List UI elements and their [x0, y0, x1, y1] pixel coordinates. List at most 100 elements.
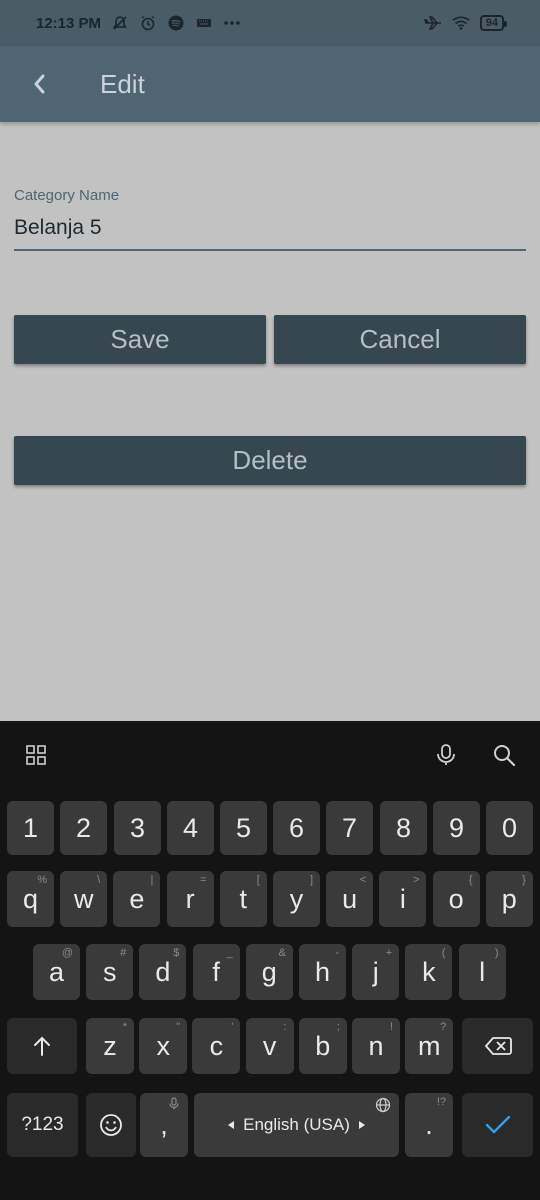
spotify-icon	[167, 14, 185, 32]
key-j[interactable]: j +	[352, 944, 400, 1000]
globe-icon	[375, 1097, 391, 1113]
shift-key[interactable]	[7, 1018, 77, 1074]
key-hint: )	[494, 947, 499, 959]
key-i[interactable]: i >	[379, 871, 427, 927]
key-s[interactable]: s #	[86, 944, 134, 1000]
save-button[interactable]: Save	[14, 315, 266, 364]
period-hint: !?	[436, 1096, 446, 1108]
key-3[interactable]: 3	[114, 801, 161, 855]
key-label: q	[22, 883, 39, 914]
key-hint: <	[359, 874, 367, 886]
key-6[interactable]: 6	[273, 801, 320, 855]
key-label: u	[342, 883, 358, 914]
key-hint: +	[385, 947, 393, 959]
key-hint: ;	[336, 1021, 340, 1033]
key-q[interactable]: q%	[7, 871, 54, 927]
key-n[interactable]: n!	[352, 1018, 400, 1074]
key-label: t	[239, 883, 248, 914]
space-key[interactable]: English (USA)	[194, 1093, 399, 1157]
key-hint: {	[468, 874, 473, 886]
key-7[interactable]: 7	[326, 801, 373, 855]
key-r[interactable]: r =	[166, 871, 214, 927]
key-hint: |	[150, 874, 154, 886]
key-label: e	[129, 883, 145, 914]
key-hint: #	[120, 947, 127, 959]
apps-grid-icon[interactable]	[18, 737, 54, 773]
right-arrow-icon	[358, 1121, 365, 1129]
battery-indicator: 94	[479, 15, 508, 31]
search-icon[interactable]	[486, 737, 522, 773]
cancel-button[interactable]: Cancel	[274, 315, 526, 364]
key-hint: :	[283, 1021, 287, 1033]
key-5[interactable]: 5	[220, 801, 267, 855]
key-9[interactable]: 9	[433, 801, 480, 855]
key-1[interactable]: 1	[7, 801, 54, 855]
key-t[interactable]: t[	[219, 871, 267, 927]
language-label: English (USA)	[243, 1115, 350, 1134]
key-label: d	[155, 956, 171, 987]
key-label: l	[479, 956, 486, 987]
left-arrow-icon	[228, 1121, 235, 1129]
key-hint: &	[278, 947, 286, 959]
key-label: m	[417, 1030, 441, 1061]
category-name-input[interactable]	[14, 205, 526, 251]
delete-button[interactable]: Delete	[14, 436, 526, 485]
key-label: b	[315, 1030, 331, 1061]
key-label: s	[102, 956, 117, 987]
key-a[interactable]: a @	[33, 944, 80, 1000]
key-hint: _	[226, 947, 233, 959]
key-f[interactable]: f _	[192, 944, 240, 1000]
period-label: .	[425, 1109, 433, 1140]
key-x[interactable]: x "	[139, 1018, 188, 1074]
key-hint: [	[256, 874, 260, 886]
more-dots-icon	[223, 14, 241, 32]
key-hint: !	[389, 1021, 393, 1033]
period-key[interactable]: . !?	[405, 1093, 453, 1157]
key-e[interactable]: e |	[113, 871, 161, 927]
microphone-icon[interactable]	[428, 737, 464, 773]
checkmark-icon	[485, 1115, 510, 1134]
key-hint: ?	[440, 1021, 447, 1033]
key-g[interactable]: g &	[245, 944, 293, 1000]
key-hint: }	[522, 874, 526, 886]
key-hint: @	[61, 947, 73, 959]
key-label: a	[48, 956, 65, 987]
key-u[interactable]: u <	[326, 871, 374, 927]
chevron-left-icon	[34, 74, 45, 94]
key-4[interactable]: 4	[167, 801, 214, 855]
backspace-key[interactable]	[462, 1018, 533, 1074]
key-z[interactable]: z *	[86, 1018, 134, 1074]
comma-key[interactable]: ,	[140, 1093, 188, 1157]
enter-key[interactable]	[462, 1093, 533, 1157]
key-k[interactable]: k(	[405, 944, 453, 1000]
microphone-hint-icon	[169, 1097, 179, 1110]
key-m[interactable]: m?	[405, 1018, 454, 1074]
key-label: i	[399, 883, 406, 914]
key-c[interactable]: c '	[192, 1018, 241, 1074]
status-time: 12:13 PM	[36, 14, 102, 32]
emoji-key[interactable]	[86, 1093, 136, 1157]
comma-label: ,	[160, 1109, 168, 1140]
key-hint: ]	[309, 874, 313, 886]
key-hint: '	[231, 1021, 234, 1033]
back-button[interactable]	[0, 46, 78, 122]
key-v[interactable]: v:	[245, 1018, 294, 1074]
key-label: k	[422, 956, 436, 987]
key-w[interactable]: w \	[60, 871, 108, 927]
key-label: f	[212, 956, 220, 987]
key-2[interactable]: 2	[60, 801, 107, 855]
keyboard-toolbar	[0, 721, 540, 787]
key-8[interactable]: 8	[380, 801, 427, 855]
key-d[interactable]: d $	[139, 944, 187, 1000]
key-0[interactable]: 0	[486, 801, 533, 855]
key-h[interactable]: h-	[299, 944, 346, 1000]
key-b[interactable]: b;	[298, 1018, 347, 1074]
key-p[interactable]: p}	[485, 871, 533, 927]
key-hint: $	[173, 947, 180, 959]
key-hint: =	[200, 874, 207, 886]
key-y[interactable]: y]	[273, 871, 320, 927]
key-o[interactable]: o{	[432, 871, 480, 927]
emoji-icon	[100, 1114, 122, 1136]
key-l[interactable]: l)	[458, 944, 506, 1000]
symbols-key[interactable]: ?123	[7, 1093, 78, 1157]
